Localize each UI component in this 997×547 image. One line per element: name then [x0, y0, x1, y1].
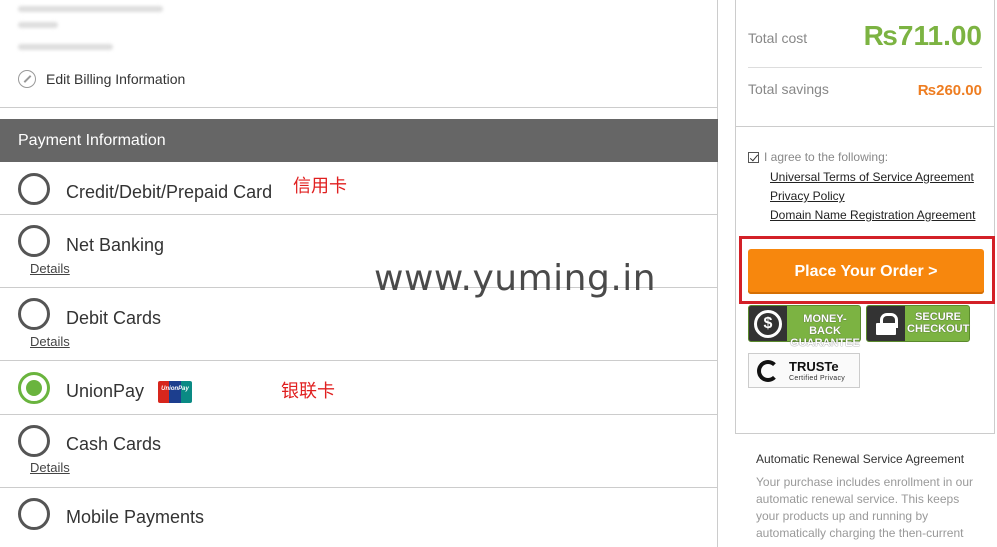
payment-option-label: Credit/Debit/Prepaid Card	[66, 182, 273, 202]
payment-option-credit-card[interactable]: Credit/Debit/Prepaid Card 信用卡	[0, 162, 718, 215]
billing-address-line	[18, 44, 113, 50]
unionpay-logo-icon: UnionPay	[158, 381, 192, 403]
edit-billing-label: Edit Billing Information	[46, 71, 186, 87]
order-summary: Total cost ₨711.00 Total savings ₨260.00	[735, 0, 995, 127]
radio-mobile-payments[interactable]	[18, 498, 50, 530]
billing-address-line	[18, 22, 58, 28]
edit-billing-link[interactable]: Edit Billing Information	[18, 70, 185, 88]
money-back-icon: $	[749, 306, 787, 341]
summary-divider	[748, 67, 982, 68]
secure-checkout-badge: SECURE CHECKOUT	[866, 305, 970, 342]
truste-name: TRUSTe	[789, 359, 839, 374]
total-savings-value: ₨260.00	[917, 82, 982, 99]
annotation-credit-card: 信用卡	[293, 176, 347, 197]
secure-checkout-text: SECURE CHECKOUT	[907, 311, 970, 335]
payment-option-label: Debit Cards	[66, 308, 162, 328]
radio-credit-card[interactable]	[18, 173, 50, 205]
money-back-text: MONEY-BACK GUARANTEE	[790, 313, 860, 349]
agreement-intro-label: I agree to the following:	[764, 150, 889, 164]
radio-debit-cards[interactable]	[18, 298, 50, 330]
radio-unionpay[interactable]	[18, 372, 50, 404]
total-savings-label: Total savings	[748, 81, 829, 97]
renewal-agreement-title: Automatic Renewal Service Agreement	[756, 452, 965, 466]
payment-info-header: Payment Information	[0, 119, 718, 162]
watermark-text: www.yuming.in	[374, 258, 657, 299]
annotation-unionpay: 银联卡	[281, 381, 335, 402]
total-cost-value: ₨711.00	[863, 20, 982, 51]
payment-option-label: Cash Cards	[66, 434, 162, 454]
billing-summary: Edit Billing Information	[0, 0, 718, 108]
payment-option-label: Mobile Payments	[66, 507, 205, 527]
money-back-guarantee-badge: $ MONEY-BACK GUARANTEE	[748, 305, 861, 349]
domain-registration-agreement-link[interactable]: Domain Name Registration Agreement	[770, 208, 975, 222]
agree-checkbox[interactable]	[748, 151, 759, 163]
radio-net-banking[interactable]	[18, 225, 50, 257]
details-link[interactable]: Details	[30, 460, 70, 475]
payment-option-unionpay[interactable]: UnionPay UnionPay 银联卡	[0, 361, 718, 415]
total-cost-row: Total cost ₨711.00	[748, 18, 982, 58]
total-cost-label: Total cost	[748, 30, 808, 46]
agreement-intro: I agree to the following:	[748, 150, 888, 164]
payment-option-cash-cards[interactable]: Cash Cards Details	[0, 415, 718, 488]
place-order-button[interactable]: Place Your Order >	[748, 249, 984, 294]
details-link[interactable]: Details	[30, 261, 70, 276]
payment-option-label: Net Banking	[66, 235, 165, 255]
privacy-policy-link[interactable]: Privacy Policy	[770, 189, 845, 203]
renewal-agreement-body: Your purchase includes enrollment in our…	[756, 475, 974, 540]
truste-subtitle: Certified Privacy	[789, 375, 846, 382]
radio-cash-cards[interactable]	[18, 425, 50, 457]
payment-option-label: UnionPay	[66, 381, 145, 401]
truste-badge: TRUSTe Certified Privacy	[748, 353, 860, 388]
billing-address-line	[18, 6, 163, 12]
truste-icon	[757, 360, 779, 382]
terms-of-service-link[interactable]: Universal Terms of Service Agreement	[770, 170, 974, 184]
payment-option-mobile-payments[interactable]: Mobile Payments	[0, 488, 718, 547]
checkout-left-column: Edit Billing Information Payment Informa…	[0, 0, 718, 547]
lock-icon	[867, 306, 905, 341]
details-link[interactable]: Details	[30, 334, 70, 349]
total-savings-row: Total savings ₨260.00	[748, 80, 982, 102]
pencil-icon	[18, 70, 36, 88]
